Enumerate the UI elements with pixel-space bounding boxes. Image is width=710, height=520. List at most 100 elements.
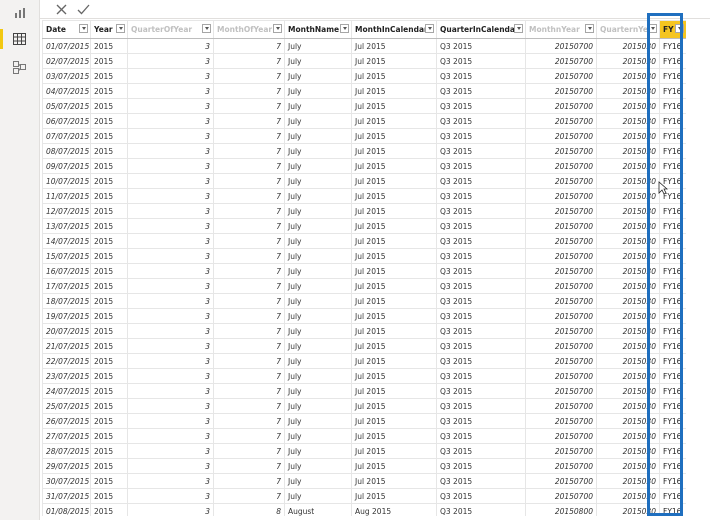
column-header-monthnyear[interactable]: MonthnYear	[525, 20, 597, 39]
table-cell[interactable]: 10/07/2015	[42, 173, 91, 189]
table-cell[interactable]: FY16	[659, 83, 686, 99]
table-cell[interactable]: 3	[127, 323, 214, 339]
table-cell[interactable]: 08/07/2015	[42, 143, 91, 159]
table-cell[interactable]: 2015030	[596, 353, 660, 369]
table-cell[interactable]: FY16	[659, 473, 686, 489]
table-cell[interactable]: 2015030	[596, 278, 660, 294]
table-cell[interactable]: July	[284, 143, 352, 159]
table-cell[interactable]: Q3 2015	[436, 323, 526, 339]
table-cell[interactable]: 7	[213, 278, 285, 294]
table-cell[interactable]: 7	[213, 353, 285, 369]
commit-button[interactable]	[74, 0, 92, 18]
table-cell[interactable]: July	[284, 293, 352, 309]
table-cell[interactable]: 3	[127, 443, 214, 459]
table-cell[interactable]: Q3 2015	[436, 488, 526, 504]
table-cell[interactable]: 20150700	[525, 233, 597, 249]
table-cell[interactable]: FY16	[659, 53, 686, 69]
table-cell[interactable]: 2015	[90, 503, 128, 516]
table-cell[interactable]: 29/07/2015	[42, 458, 91, 474]
table-cell[interactable]: July	[284, 203, 352, 219]
table-cell[interactable]: FY16	[659, 308, 686, 324]
table-cell[interactable]: July	[284, 413, 352, 429]
table-cell[interactable]: 2015	[90, 473, 128, 489]
table-cell[interactable]: 20150700	[525, 173, 597, 189]
table-cell[interactable]: 01/08/2015	[42, 503, 91, 516]
table-cell[interactable]: 20150700	[525, 263, 597, 279]
table-cell[interactable]: 3	[127, 158, 214, 174]
table-cell[interactable]: Jul 2015	[351, 218, 437, 234]
table-cell[interactable]: July	[284, 368, 352, 384]
table-cell[interactable]: 23/07/2015	[42, 368, 91, 384]
table-cell[interactable]: Q3 2015	[436, 218, 526, 234]
table-cell[interactable]: 3	[127, 398, 214, 414]
table-cell[interactable]: 19/07/2015	[42, 308, 91, 324]
column-header-quarternyear[interactable]: QuarternYear	[596, 20, 660, 39]
table-cell[interactable]: 3	[127, 53, 214, 69]
table-cell[interactable]: 3	[127, 278, 214, 294]
table-cell[interactable]: 7	[213, 113, 285, 129]
table-cell[interactable]: Jul 2015	[351, 278, 437, 294]
table-cell[interactable]: 3	[127, 113, 214, 129]
table-cell[interactable]: 2015030	[596, 308, 660, 324]
table-cell[interactable]: 20150700	[525, 383, 597, 399]
table-cell[interactable]: FY16	[659, 38, 686, 54]
table-cell[interactable]: FY16	[659, 158, 686, 174]
table-cell[interactable]: 2015030	[596, 233, 660, 249]
table-cell[interactable]: Q3 2015	[436, 53, 526, 69]
table-cell[interactable]: 7	[213, 488, 285, 504]
table-cell[interactable]: FY16	[659, 248, 686, 264]
table-cell[interactable]: 2015	[90, 128, 128, 144]
table-cell[interactable]: Q3 2015	[436, 203, 526, 219]
table-cell[interactable]: 7	[213, 38, 285, 54]
table-cell[interactable]: 2015	[90, 323, 128, 339]
table-cell[interactable]: Jul 2015	[351, 113, 437, 129]
table-cell[interactable]: 2015	[90, 293, 128, 309]
table-cell[interactable]: Jul 2015	[351, 128, 437, 144]
table-cell[interactable]: 20150700	[525, 53, 597, 69]
table-cell[interactable]: Q3 2015	[436, 473, 526, 489]
table-cell[interactable]: Jul 2015	[351, 83, 437, 99]
table-cell[interactable]: 2015030	[596, 398, 660, 414]
cancel-button[interactable]	[52, 0, 70, 18]
table-cell[interactable]: 7	[213, 83, 285, 99]
table-cell[interactable]: 3	[127, 428, 214, 444]
table-cell[interactable]: 3	[127, 128, 214, 144]
table-cell[interactable]: 7	[213, 473, 285, 489]
table-cell[interactable]: 20150700	[525, 188, 597, 204]
filter-dropdown-icon[interactable]	[202, 24, 211, 33]
data-view-button[interactable]	[0, 26, 39, 52]
table-cell[interactable]: 3	[127, 413, 214, 429]
table-cell[interactable]: Q3 2015	[436, 293, 526, 309]
table-cell[interactable]: 20150700	[525, 38, 597, 54]
table-cell[interactable]: 3	[127, 83, 214, 99]
table-cell[interactable]: 2015030	[596, 38, 660, 54]
table-cell[interactable]: 3	[127, 188, 214, 204]
table-cell[interactable]: 3	[127, 383, 214, 399]
table-cell[interactable]: July	[284, 458, 352, 474]
table-cell[interactable]: 20150700	[525, 68, 597, 84]
table-cell[interactable]: 20150700	[525, 143, 597, 159]
table-cell[interactable]: Jul 2015	[351, 323, 437, 339]
table-cell[interactable]: July	[284, 173, 352, 189]
table-cell[interactable]: 16/07/2015	[42, 263, 91, 279]
table-cell[interactable]: 7	[213, 128, 285, 144]
table-cell[interactable]: Jul 2015	[351, 488, 437, 504]
table-cell[interactable]: Jul 2015	[351, 413, 437, 429]
table-cell[interactable]: Q3 2015	[436, 68, 526, 84]
table-cell[interactable]: 3	[127, 488, 214, 504]
table-cell[interactable]: 2015	[90, 188, 128, 204]
table-cell[interactable]: Q3 2015	[436, 383, 526, 399]
table-cell[interactable]: 7	[213, 173, 285, 189]
table-cell[interactable]: FY16	[659, 203, 686, 219]
table-cell[interactable]: 2015030	[596, 248, 660, 264]
model-view-button[interactable]	[0, 54, 39, 80]
table-cell[interactable]: 2015	[90, 68, 128, 84]
column-header-fy[interactable]: FY	[659, 20, 686, 39]
table-cell[interactable]: Jul 2015	[351, 473, 437, 489]
table-cell[interactable]: July	[284, 323, 352, 339]
table-cell[interactable]: 2015030	[596, 128, 660, 144]
table-cell[interactable]: FY16	[659, 503, 686, 516]
table-cell[interactable]: 20150700	[525, 473, 597, 489]
table-cell[interactable]: 17/07/2015	[42, 278, 91, 294]
table-cell[interactable]: 11/07/2015	[42, 188, 91, 204]
